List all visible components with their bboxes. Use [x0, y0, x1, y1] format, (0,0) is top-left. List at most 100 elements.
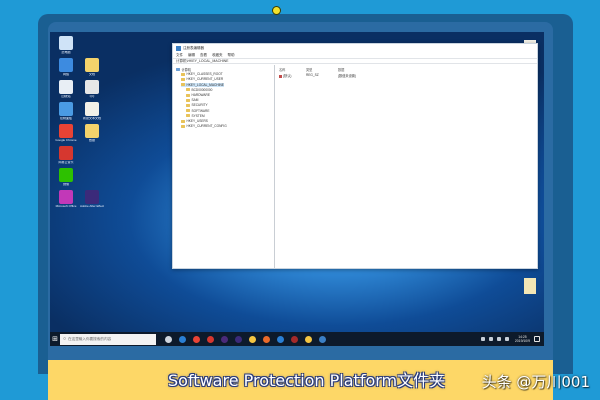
folder-icon [186, 88, 190, 92]
folder-icon [186, 109, 190, 113]
office-icon [59, 190, 73, 204]
search-icon: ○ [63, 336, 67, 342]
folder-icon [181, 124, 185, 128]
tree-item[interactable]: SAM [186, 98, 198, 102]
folder-icon [181, 72, 185, 76]
menu-favorites[interactable]: 收藏夹 [212, 53, 223, 58]
system-tray: 14:25 2019/10/9 [479, 335, 544, 343]
tree-item-label: HARDWARE [191, 93, 210, 97]
edge-icon[interactable] [178, 335, 186, 343]
menu-edit[interactable]: 编辑 [188, 53, 195, 58]
app-icon[interactable] [290, 335, 298, 343]
tree-item-selected[interactable]: HKEY_LOCAL_MACHINE [181, 82, 224, 87]
wechat-icon [59, 168, 73, 182]
tree-item-label: 计算机 [181, 67, 192, 72]
app-icon[interactable] [304, 335, 312, 343]
desktop-shortcut[interactable]: 网络 [54, 58, 78, 77]
qq-icon [85, 80, 99, 94]
clock[interactable]: 14:25 2019/10/9 [515, 335, 530, 343]
network-icon[interactable] [488, 337, 493, 341]
column-type[interactable]: 类型 [306, 67, 312, 72]
after-effects-icon[interactable] [234, 335, 242, 343]
column-name[interactable]: 名称 [279, 67, 285, 72]
desktop-shortcut-label: 网易云音乐 [58, 161, 74, 164]
chrome-icon[interactable] [192, 335, 200, 343]
desktop-shortcut[interactable]: 网易云音乐 [54, 146, 78, 165]
desktop-shortcut[interactable]: Microsoft Office [54, 190, 78, 209]
after-effects-icon [85, 190, 99, 204]
tree-item-label: SOFTWARE [191, 108, 210, 113]
folder-icon [181, 77, 185, 81]
mouse-cursor-highlight [272, 6, 281, 15]
computer-icon [59, 36, 73, 50]
registry-tree: 计算机 HKEY_CLASSES_ROOT HKEY_CURRENT_USER HKE… [173, 65, 275, 268]
tree-item[interactable]: HARDWARE [186, 93, 210, 97]
tree-item[interactable]: HKEY_CURRENT_USER [181, 77, 223, 81]
desktop-shortcut-label: Adobe After Effects [80, 205, 104, 208]
folder-icon [181, 83, 185, 87]
values-list: 名称 类型 数据 (默认) REG_SZ (数值未设置) [276, 65, 537, 268]
menu-file[interactable]: 文件 [176, 53, 183, 58]
volume-icon[interactable] [496, 337, 501, 341]
menu-view[interactable]: 查看 [200, 53, 207, 58]
desktop-shortcut[interactable]: 回收站 [54, 80, 78, 99]
desktop-shortcut[interactable]: 文档 [80, 58, 104, 77]
desktop-shortcut-label: 文档 [88, 73, 95, 76]
desktop-shortcut[interactable]: 微信 [54, 168, 78, 187]
registry-editor-window[interactable]: 注册表编辑器 文件 编辑 查看 收藏夹 帮助 计算机\HKEY_LOCAL_MA… [172, 43, 538, 269]
desktop-shortcut-label: 微信 [62, 183, 69, 186]
recycle-bin-icon [59, 80, 73, 94]
tree-item[interactable]: HKEY_CURRENT_CONFIG [181, 124, 227, 128]
tree-item-label: HKEY_CURRENT_CONFIG [186, 124, 227, 129]
tree-item-label: HKEY_USERS [186, 119, 208, 123]
store-icon[interactable] [276, 335, 284, 343]
windows-start-icon[interactable]: ⊞ [50, 332, 60, 346]
tree-item-label: HKEY_CLASSES_ROOT [186, 72, 223, 77]
tree-item-label: SYSTEM [191, 113, 205, 118]
tree-item[interactable]: 计算机 [176, 67, 192, 72]
input-method-icon[interactable] [504, 337, 509, 341]
tree-item[interactable]: BCD00000000 [186, 88, 212, 92]
column-data[interactable]: 数据 [338, 67, 344, 72]
music-icon[interactable] [206, 335, 214, 343]
file-explorer-icon[interactable] [248, 335, 256, 343]
desktop-shortcut[interactable]: Adobe After Effects [80, 190, 104, 209]
desktop-icon-area: 此电脑网络回收站控制面板 Google Chrome 网易云音乐微信 Microsof… [52, 36, 104, 326]
desktop-shortcut[interactable]: QQ [80, 80, 104, 99]
tree-item[interactable]: SOFTWARE [186, 109, 209, 113]
premiere-icon[interactable] [220, 335, 228, 343]
desktop-shortcut[interactable]: 新建文本文档 [80, 102, 104, 121]
desktop-shortcut-label: 回收站 [61, 95, 71, 98]
desktop-shortcut[interactable]: 数据 [80, 124, 104, 143]
desktop-shortcut[interactable]: Google Chrome [54, 124, 78, 143]
window-titlebar[interactable]: 注册表编辑器 [173, 44, 537, 52]
desktop-shortcut-label: 网络 [62, 73, 69, 76]
tree-item[interactable]: HKEY_CLASSES_ROOT [181, 72, 223, 76]
computer-icon [176, 67, 180, 71]
task-view-icon[interactable] [164, 335, 172, 343]
desktop-shortcut[interactable]: 控制面板 [54, 102, 78, 121]
tree-item-label: SECURITY [191, 103, 208, 108]
desktop-folder-icon[interactable] [524, 278, 536, 294]
desktop-shortcut[interactable]: 此电脑 [54, 36, 78, 55]
regedit-icon[interactable] [318, 335, 326, 343]
desktop-shortcut-label: Microsoft Office [55, 205, 77, 208]
media-player-icon[interactable] [262, 335, 270, 343]
value-name[interactable]: (默认) [279, 73, 292, 78]
tree-item[interactable]: SYSTEM [186, 114, 205, 118]
tree-item[interactable]: HKEY_USERS [181, 119, 208, 123]
value-type: REG_SZ [306, 73, 319, 77]
network-icon [59, 58, 73, 72]
address-bar[interactable]: 计算机\HKEY_LOCAL_MACHINE [173, 58, 537, 64]
chevron-up-icon[interactable] [480, 337, 485, 341]
string-value-icon [279, 74, 282, 78]
notification-icon[interactable] [534, 336, 540, 342]
music-icon [59, 146, 73, 160]
tree-item-label: BCD00000000 [191, 87, 213, 92]
taskbar-search-box[interactable]: ○ 在这里输入你要搜索的内容 [60, 333, 156, 345]
menu-help[interactable]: 帮助 [228, 53, 235, 58]
control-panel-icon [59, 102, 73, 116]
tree-item[interactable]: SECURITY [186, 103, 208, 107]
tree-item-label: HKEY_LOCAL_MACHINE [186, 82, 224, 87]
video-caption: Software Protection Platform文件夹 [168, 371, 446, 390]
